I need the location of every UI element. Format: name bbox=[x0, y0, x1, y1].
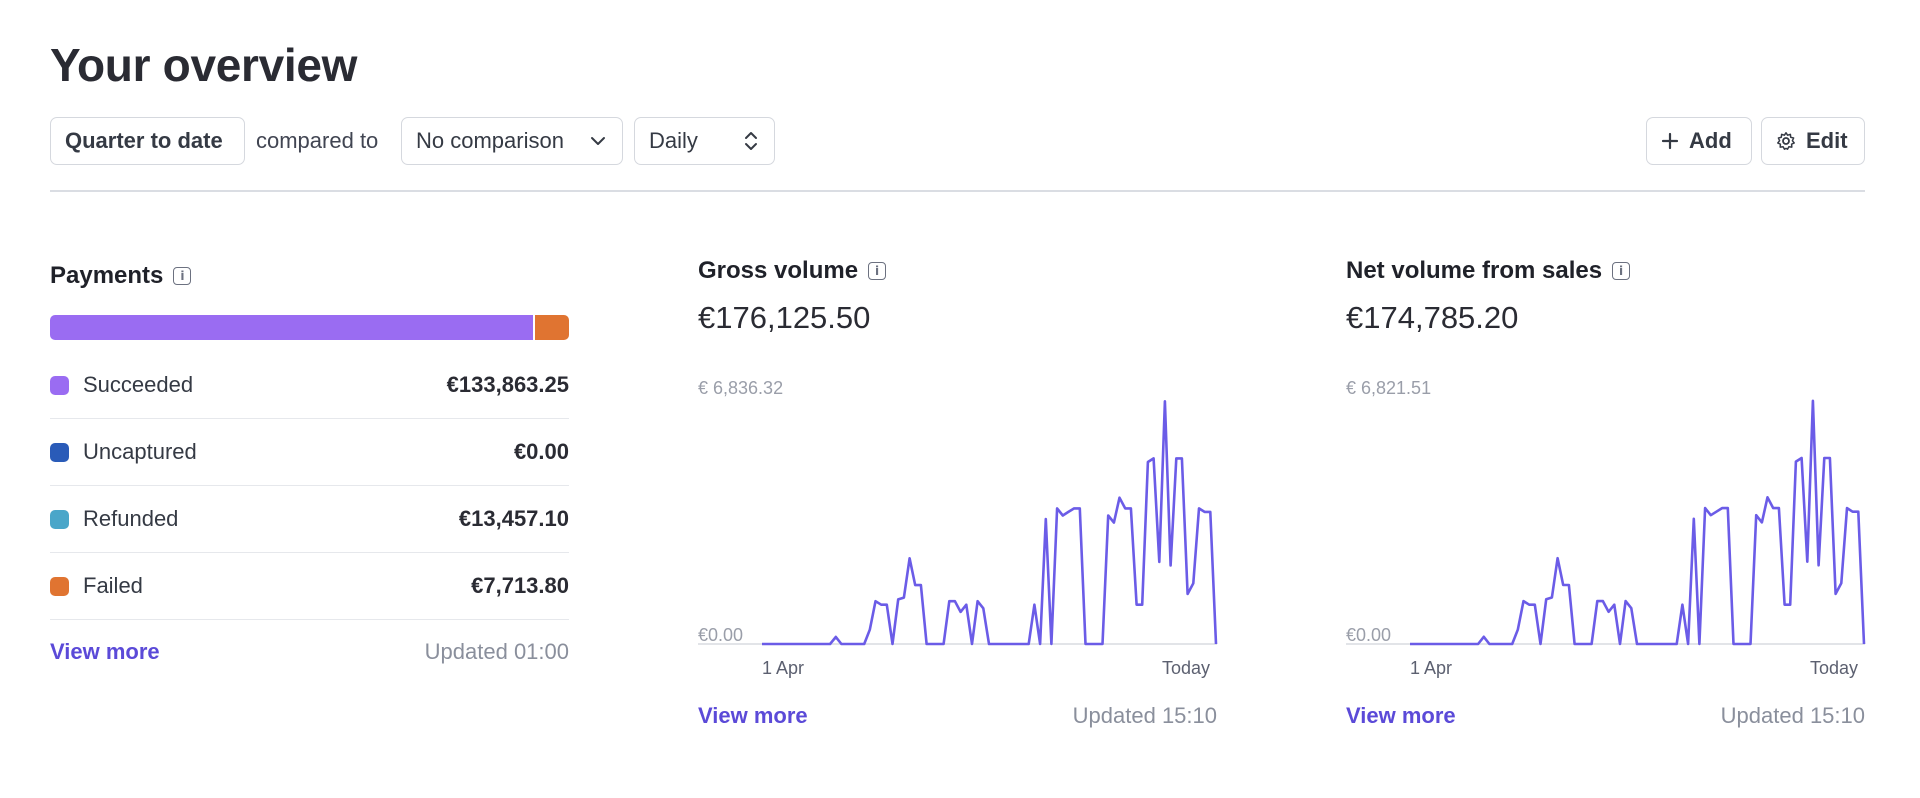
edit-label: Edit bbox=[1806, 128, 1848, 153]
gross-x-start-label: 1 Apr bbox=[762, 658, 805, 678]
net-volume-title-text: Net volume from sales bbox=[1346, 257, 1603, 284]
legend-swatch bbox=[50, 375, 69, 395]
chevron-down-icon bbox=[588, 131, 608, 151]
page-title: Your overview bbox=[50, 39, 358, 91]
date-range-button[interactable]: Quarter to date bbox=[50, 117, 245, 165]
net-x-end-label: Today bbox=[1810, 658, 1859, 678]
legend-value: €133,863.25 bbox=[446, 372, 569, 397]
stacked-bar-segment-failed bbox=[532, 315, 569, 340]
gross-volume-title-text: Gross volume bbox=[698, 257, 859, 284]
gear-icon bbox=[1776, 131, 1796, 151]
net-view-more-link[interactable]: View more bbox=[1346, 703, 1456, 729]
legend-label: Uncaptured bbox=[83, 439, 197, 464]
plus-icon bbox=[1661, 132, 1679, 150]
series-line bbox=[1410, 399, 1866, 646]
gross-volume-title: Gross volume i bbox=[698, 257, 887, 285]
legend-label: Succeeded bbox=[83, 372, 194, 397]
net-updated-label: Updated 15:10 bbox=[1720, 703, 1865, 728]
info-icon[interactable]: i bbox=[173, 267, 192, 285]
comparison-dropdown[interactable]: No comparison bbox=[401, 117, 623, 165]
legend-row-refunded: Refunded €13,457.10 bbox=[50, 486, 569, 553]
date-range-label: Quarter to date bbox=[65, 128, 223, 153]
payments-title: Payments i bbox=[50, 262, 192, 290]
net-volume-line-chart[interactable] bbox=[1346, 380, 1866, 650]
gross-view-more-link[interactable]: View more bbox=[698, 703, 808, 729]
add-button[interactable]: Add bbox=[1646, 117, 1752, 165]
info-icon[interactable]: i bbox=[868, 262, 887, 280]
payments-title-text: Payments bbox=[50, 262, 164, 289]
interval-select[interactable]: Daily bbox=[634, 117, 775, 165]
gross-volume-line-chart[interactable] bbox=[698, 380, 1218, 650]
compared-to-label: compared to bbox=[256, 128, 379, 153]
payments-stacked-bar bbox=[50, 315, 569, 340]
filter-toolbar: Quarter to date compared to No compariso… bbox=[50, 117, 1865, 165]
legend-value: €7,713.80 bbox=[471, 573, 569, 598]
comparison-label: No comparison bbox=[416, 128, 564, 153]
add-label: Add bbox=[1689, 128, 1732, 153]
legend-value: €13,457.10 bbox=[458, 506, 569, 531]
legend-swatch bbox=[50, 576, 69, 596]
gross-updated-label: Updated 15:10 bbox=[1072, 703, 1217, 728]
edit-button[interactable]: Edit bbox=[1761, 117, 1865, 165]
legend-swatch bbox=[50, 509, 69, 529]
payments-view-more-link[interactable]: View more bbox=[50, 639, 160, 665]
legend-row-failed: Failed €7,713.80 bbox=[50, 553, 569, 620]
gross-x-end-label: Today bbox=[1162, 658, 1211, 678]
legend-swatch bbox=[50, 442, 69, 462]
up-down-chevron-icon bbox=[742, 130, 760, 152]
series-line bbox=[762, 399, 1218, 646]
gross-volume-amount: €176,125.50 bbox=[698, 300, 871, 335]
legend-row-uncaptured: Uncaptured €0.00 bbox=[50, 419, 569, 486]
legend-value: €0.00 bbox=[513, 439, 569, 464]
net-volume-amount: €174,785.20 bbox=[1346, 300, 1519, 335]
legend-label: Failed bbox=[83, 573, 143, 598]
interval-label: Daily bbox=[649, 128, 698, 153]
stacked-bar-segment-succeeded bbox=[50, 315, 533, 340]
net-volume-title: Net volume from sales i bbox=[1346, 257, 1631, 285]
header-divider bbox=[50, 190, 1865, 192]
info-icon[interactable]: i bbox=[1612, 262, 1631, 280]
legend-row-succeeded: Succeeded €133,863.25 bbox=[50, 352, 569, 419]
legend-label: Refunded bbox=[83, 506, 179, 531]
net-x-start-label: 1 Apr bbox=[1410, 658, 1453, 678]
payments-updated-label: Updated 01:00 bbox=[424, 639, 569, 664]
